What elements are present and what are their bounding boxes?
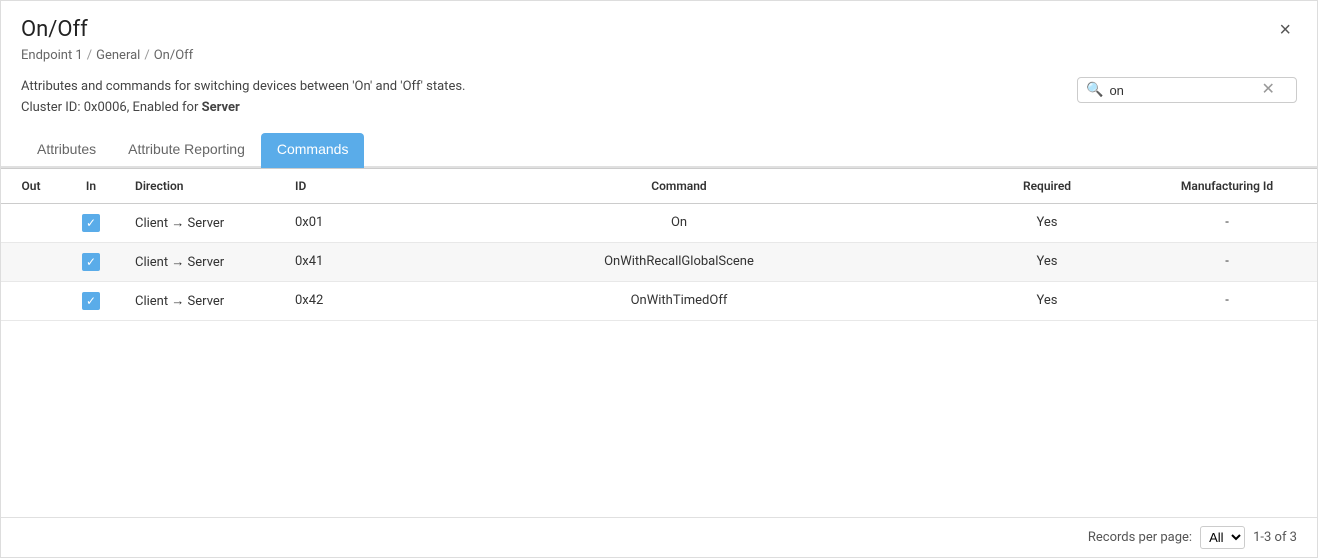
breadcrumb-sep-1: / xyxy=(87,48,92,63)
col-header-out: Out xyxy=(1,168,61,203)
close-button[interactable]: × xyxy=(1273,18,1297,42)
col-header-in: In xyxy=(61,168,121,203)
table-row: ✓ Client → Server0x41OnWithRecallGlobalSc… xyxy=(1,242,1317,281)
cell-id: 0x01 xyxy=(281,203,401,242)
breadcrumb-item-general: General xyxy=(96,48,140,63)
cell-command: OnWithRecallGlobalScene xyxy=(401,242,957,281)
search-icon: 🔍 xyxy=(1086,82,1103,98)
cell-manufacturing-id: - xyxy=(1137,203,1317,242)
search-clear-button[interactable]: ✕ xyxy=(1259,82,1276,98)
cell-in: ✓ xyxy=(61,242,121,281)
breadcrumb-item-endpoint: Endpoint 1 xyxy=(21,48,83,63)
cell-out xyxy=(1,203,61,242)
tab-attribute-reporting[interactable]: Attribute Reporting xyxy=(112,133,261,168)
cell-required: Yes xyxy=(957,203,1137,242)
breadcrumb: Endpoint 1 / General / On/Off xyxy=(1,46,1317,71)
search-input[interactable] xyxy=(1109,83,1259,98)
tabs: Attributes Attribute Reporting Commands xyxy=(1,133,1317,168)
record-count: 1-3 of 3 xyxy=(1253,530,1297,545)
checkbox-in[interactable]: ✓ xyxy=(82,214,100,232)
col-header-id: ID xyxy=(281,168,401,203)
commands-table: Out In Direction ID Command Required Man… xyxy=(1,168,1317,321)
cell-direction: Client → Server xyxy=(121,242,281,281)
table-container: Out In Direction ID Command Required Man… xyxy=(1,168,1317,517)
cell-id: 0x42 xyxy=(281,281,401,320)
cell-id: 0x41 xyxy=(281,242,401,281)
records-per-page-label: Records per page: xyxy=(1088,530,1192,545)
cell-direction: Client → Server xyxy=(121,203,281,242)
cell-command: On xyxy=(401,203,957,242)
cell-in: ✓ xyxy=(61,281,121,320)
breadcrumb-sep-2: / xyxy=(144,48,149,63)
table-header-row: Out In Direction ID Command Required Man… xyxy=(1,168,1317,203)
col-header-required: Required xyxy=(957,168,1137,203)
description-line2-bold: Server xyxy=(202,100,240,115)
description-line2: Cluster ID: 0x0006, Enabled for Server xyxy=(21,98,465,119)
cell-manufacturing-id: - xyxy=(1137,242,1317,281)
modal-title: On/Off xyxy=(21,17,88,42)
search-box: 🔍 ✕ xyxy=(1077,77,1297,103)
tab-attributes[interactable]: Attributes xyxy=(21,133,112,168)
checkbox-in[interactable]: ✓ xyxy=(82,292,100,310)
footer: Records per page: All 1-3 of 3 xyxy=(1,517,1317,557)
description-line2-prefix: Cluster ID: 0x0006, Enabled for xyxy=(21,100,202,115)
cell-out xyxy=(1,281,61,320)
table-row: ✓ Client → Server0x42OnWithTimedOffYes- xyxy=(1,281,1317,320)
col-header-command: Command xyxy=(401,168,957,203)
cell-direction: Client → Server xyxy=(121,281,281,320)
modal: On/Off × Endpoint 1 / General / On/Off A… xyxy=(0,0,1318,558)
breadcrumb-item-onoff: On/Off xyxy=(154,48,193,63)
cell-command: OnWithTimedOff xyxy=(401,281,957,320)
cell-required: Yes xyxy=(957,281,1137,320)
col-header-manufacturing-id: Manufacturing Id xyxy=(1137,168,1317,203)
description-text: Attributes and commands for switching de… xyxy=(21,77,465,119)
cell-required: Yes xyxy=(957,242,1137,281)
tab-commands[interactable]: Commands xyxy=(261,133,365,168)
description-line1: Attributes and commands for switching de… xyxy=(21,77,465,98)
cell-out xyxy=(1,242,61,281)
cell-in: ✓ xyxy=(61,203,121,242)
col-header-direction: Direction xyxy=(121,168,281,203)
records-per-page-select[interactable]: All xyxy=(1200,526,1245,549)
modal-header: On/Off × xyxy=(1,1,1317,46)
table-row: ✓ Client → Server0x01OnYes- xyxy=(1,203,1317,242)
description-row: Attributes and commands for switching de… xyxy=(1,71,1317,129)
cell-manufacturing-id: - xyxy=(1137,281,1317,320)
checkbox-in[interactable]: ✓ xyxy=(82,253,100,271)
